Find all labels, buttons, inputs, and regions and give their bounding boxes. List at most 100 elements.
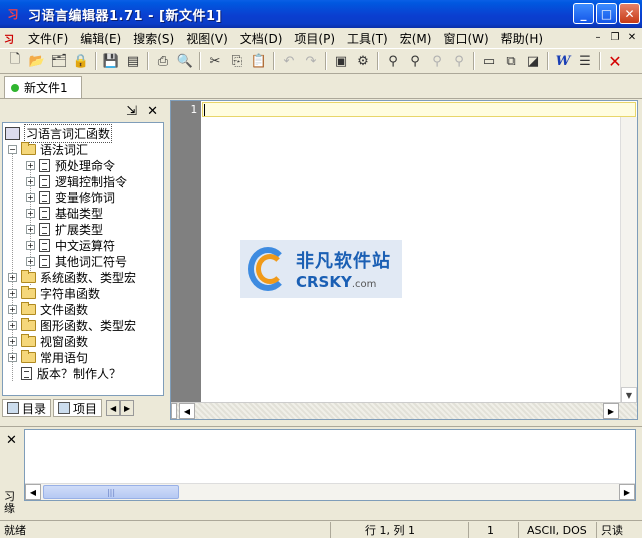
- expand-icon[interactable]: +: [8, 352, 17, 362]
- status-readonly: 只读: [596, 522, 642, 538]
- expand-icon[interactable]: +: [26, 176, 35, 186]
- status-ready: 就绪: [4, 524, 26, 537]
- scroll-down-icon[interactable]: ▼: [621, 387, 637, 403]
- tree-group[interactable]: + 系统函数、类型宏: [8, 269, 136, 285]
- list-icon[interactable]: ☰: [574, 50, 596, 72]
- minimize-button[interactable]: _: [573, 3, 594, 24]
- expand-icon[interactable]: +: [26, 240, 35, 250]
- browser-icon[interactable]: ◪: [522, 50, 544, 72]
- expand-icon[interactable]: +: [8, 336, 17, 346]
- tree-group[interactable]: + 常用语句: [8, 349, 88, 365]
- open-project-icon[interactable]: 🗂: [48, 50, 70, 72]
- window-icon[interactable]: ▭: [478, 50, 500, 72]
- expand-icon[interactable]: +: [26, 256, 35, 266]
- menu-search[interactable]: 搜索(S): [127, 30, 180, 47]
- find-next-icon[interactable]: ⚲: [404, 50, 426, 72]
- tree-item-version[interactable]: 版本？制作人？: [21, 365, 121, 381]
- expand-icon[interactable]: +: [8, 272, 17, 282]
- cascade-icon[interactable]: ⧉: [500, 50, 522, 72]
- redo-icon[interactable]: ↷: [300, 50, 322, 72]
- tree-group[interactable]: + 视窗函数: [8, 333, 88, 349]
- tree-item[interactable]: + 扩展类型: [26, 221, 103, 237]
- vertical-scrollbar[interactable]: ▼: [620, 117, 637, 403]
- find-in-files-icon[interactable]: ⚲: [448, 50, 470, 72]
- crsky-logo-icon: [244, 244, 294, 294]
- menu-project[interactable]: 项目(P): [288, 30, 341, 47]
- scroll-right-icon[interactable]: ▶: [603, 403, 619, 419]
- menu-document[interactable]: 文档(D): [234, 30, 289, 47]
- open-icon[interactable]: 📂: [26, 50, 48, 72]
- print-icon[interactable]: ⎙: [152, 50, 174, 72]
- tree-item[interactable]: + 其他词汇符号: [26, 253, 127, 269]
- tree-item[interactable]: + 基础类型: [26, 205, 103, 221]
- expand-icon[interactable]: +: [26, 224, 35, 234]
- close-button[interactable]: ✕: [619, 3, 640, 24]
- cut-icon[interactable]: ✂: [204, 50, 226, 72]
- menu-view[interactable]: 视图(V): [180, 30, 234, 47]
- tab-label: 目录: [22, 401, 47, 416]
- output-close-icon[interactable]: ✕: [6, 433, 17, 448]
- status-number: 1: [468, 522, 516, 538]
- window-title: 习语言编辑器1.71 - [新文件1]: [28, 8, 222, 24]
- expand-icon[interactable]: +: [26, 192, 35, 202]
- tab-new-file-1[interactable]: 新文件1: [4, 76, 82, 98]
- output-horizontal-scrollbar[interactable]: ◀ ||| ▶: [25, 483, 635, 500]
- menu-window[interactable]: 窗口(W): [437, 30, 494, 47]
- tree-root[interactable]: 习语言词汇函数: [5, 123, 113, 143]
- menu-macro[interactable]: 宏(M): [394, 30, 438, 47]
- paste-icon[interactable]: 📋: [248, 50, 270, 72]
- expand-icon[interactable]: +: [8, 288, 17, 298]
- menu-file[interactable]: 文件(F): [22, 30, 74, 47]
- save-icon[interactable]: 💾: [100, 50, 122, 72]
- scroll-left-icon[interactable]: ◀: [106, 400, 121, 416]
- replace-icon[interactable]: ⚲: [426, 50, 448, 72]
- find-icon[interactable]: ⚲: [382, 50, 404, 72]
- scroll-left-icon[interactable]: ◀: [25, 484, 41, 500]
- word-wrap-icon[interactable]: W: [552, 50, 574, 72]
- mdi-doc-icon[interactable]: 习: [4, 31, 22, 46]
- tab-project[interactable]: 项目: [53, 399, 103, 417]
- tree-group[interactable]: + 字符串函数: [8, 285, 100, 301]
- save-all-icon[interactable]: ▤: [122, 50, 144, 72]
- horizontal-scrollbar[interactable]: ◀ ▶: [171, 402, 637, 419]
- maximize-button[interactable]: □: [596, 3, 617, 24]
- print-preview-icon[interactable]: 🔍: [174, 50, 196, 72]
- scroll-thumb[interactable]: |||: [43, 485, 179, 499]
- expand-icon[interactable]: +: [26, 208, 35, 218]
- tree-group[interactable]: + 文件函数: [8, 301, 88, 317]
- tree-group[interactable]: + 图形函数、类型宏: [8, 317, 136, 333]
- tree-item[interactable]: + 中文运算符: [26, 237, 115, 253]
- scroll-right-icon[interactable]: ▶: [120, 400, 135, 416]
- mdi-close-icon[interactable]: ✕: [624, 30, 640, 44]
- menu-tools[interactable]: 工具(T): [341, 30, 394, 47]
- menu-edit[interactable]: 编辑(E): [74, 30, 127, 47]
- tree-item[interactable]: + 变量修饰词: [26, 189, 115, 205]
- mdi-restore-icon[interactable]: ❐: [607, 30, 623, 44]
- tree-item[interactable]: + 预处理命令: [26, 157, 115, 173]
- pin-icon[interactable]: ⇲: [126, 104, 137, 119]
- scroll-left-icon[interactable]: ◀: [179, 403, 195, 419]
- run-icon[interactable]: ⚙: [352, 50, 374, 72]
- undo-icon[interactable]: ↶: [278, 50, 300, 72]
- new-icon[interactable]: 🗋: [4, 50, 26, 72]
- tree-group-syntax[interactable]: − 语法词汇: [8, 141, 88, 157]
- output-area[interactable]: ◀ ||| ▶: [24, 429, 636, 501]
- split-handle[interactable]: [171, 403, 177, 419]
- expand-icon[interactable]: +: [8, 320, 17, 330]
- mdi-minimize-icon[interactable]: –: [590, 30, 606, 44]
- scroll-right-icon[interactable]: ▶: [619, 484, 635, 500]
- document-icon: [39, 190, 50, 204]
- close-doc-icon[interactable]: ✕: [604, 50, 626, 72]
- expand-icon[interactable]: +: [26, 160, 35, 170]
- collapse-icon[interactable]: −: [8, 144, 17, 154]
- expand-icon[interactable]: +: [8, 304, 17, 314]
- lock-icon[interactable]: 🔒: [70, 50, 92, 72]
- copy-icon[interactable]: ⎘: [226, 50, 248, 72]
- compile-icon[interactable]: ▣: [330, 50, 352, 72]
- menu-help[interactable]: 帮助(H): [495, 30, 549, 47]
- tab-catalog[interactable]: 目录: [2, 399, 52, 417]
- panel-close-icon[interactable]: ✕: [147, 104, 158, 119]
- folder-icon: [21, 333, 36, 347]
- tree-item[interactable]: + 逻辑控制指令: [26, 173, 127, 189]
- title-bar[interactable]: 习 习语言编辑器1.71 - [新文件1] _ □ ✕: [0, 0, 642, 28]
